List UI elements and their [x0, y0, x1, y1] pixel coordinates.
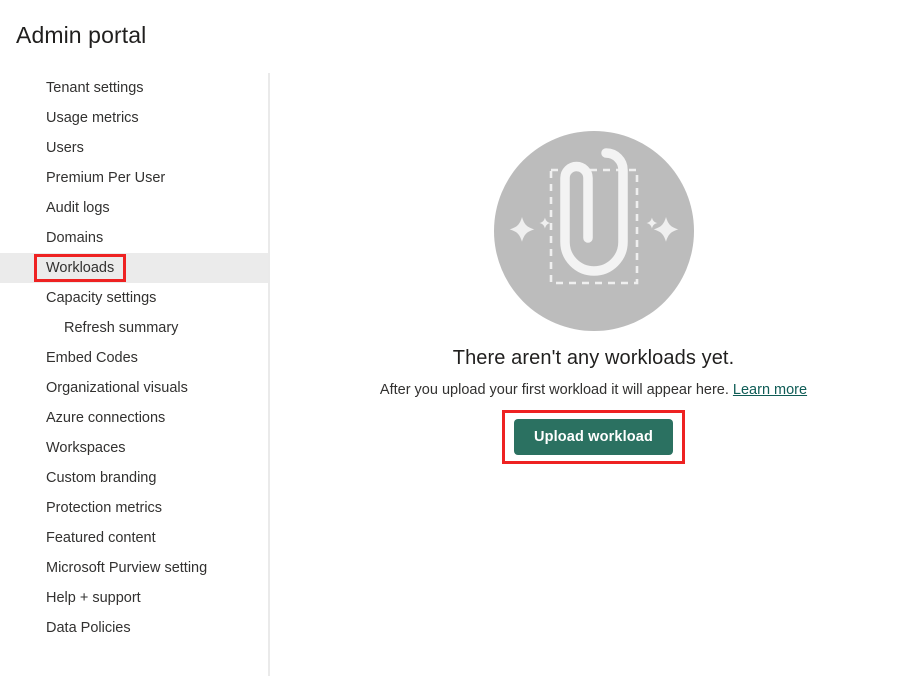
sidebar-item-data-policies[interactable]: Data Policies [0, 613, 268, 643]
sidebar-item-label: Embed Codes [46, 350, 138, 366]
sidebar-item-label: Azure connections [46, 410, 166, 426]
sidebar-item-label: Protection metrics [46, 500, 163, 516]
sidebar-item-label: Workspaces [46, 440, 126, 456]
sidebar-item-label: Tenant settings [46, 80, 144, 96]
sidebar-item-label: Workloads [33, 253, 127, 283]
sidebar-item-label: Capacity settings [46, 290, 157, 306]
sidebar-item-label: Help + support [46, 590, 141, 606]
empty-state-heading: There aren't any workloads yet. [452, 347, 735, 369]
sidebar-item-custom-branding[interactable]: Custom branding [0, 463, 268, 493]
sidebar-item-users[interactable]: Users [0, 133, 268, 163]
sidebar-item-protection-metrics[interactable]: Protection metrics [0, 493, 268, 523]
sidebar-nav: Tenant settings Usage metrics Users Premium… [0, 73, 270, 676]
sidebar-item-domains[interactable]: Domains [0, 223, 268, 253]
upload-workload-button-wrapper: Upload workload [501, 410, 686, 464]
main-content: There aren't any workloads yet. After yo… [272, 73, 915, 676]
sidebar-item-label: Featured content [46, 530, 156, 546]
sidebar-item-label: Refresh summary [64, 320, 179, 336]
sidebar-item-audit-logs[interactable]: Audit logs [0, 193, 268, 223]
sidebar-item-embed-codes[interactable]: Embed Codes [0, 343, 268, 373]
sidebar-item-microsoft-purview-setting[interactable]: Microsoft Purview setting [0, 553, 268, 583]
sidebar-item-capacity-settings[interactable]: Capacity settings [0, 283, 268, 313]
sidebar-item-azure-connections[interactable]: Azure connections [0, 403, 268, 433]
sidebar-item-label: Microsoft Purview setting [46, 560, 208, 576]
sidebar-item-label: Organizational visuals [46, 380, 188, 396]
empty-state-description: After you upload your first workload it … [272, 382, 915, 398]
sidebar-item-featured-content[interactable]: Featured content [0, 523, 268, 553]
sidebar-item-organizational-visuals[interactable]: Organizational visuals [0, 373, 268, 403]
sidebar-item-label: Custom branding [46, 470, 157, 486]
sidebar-item-label: Audit logs [46, 200, 110, 216]
sidebar-item-label: Users [46, 140, 84, 156]
sidebar-item-workspaces[interactable]: Workspaces [0, 433, 268, 463]
sidebar-item-refresh-summary[interactable]: Refresh summary [0, 313, 268, 343]
sidebar-item-label: Domains [46, 230, 104, 246]
paperclip-upload-illustration-icon [493, 131, 694, 331]
sidebar-item-premium-per-user[interactable]: Premium Per User [0, 163, 268, 193]
sidebar-item-usage-metrics[interactable]: Usage metrics [0, 103, 268, 133]
sidebar-item-workloads[interactable]: Workloads [0, 253, 268, 283]
sidebar-item-label: Usage metrics [46, 110, 139, 126]
sidebar-item-tenant-settings[interactable]: Tenant settings [0, 73, 268, 103]
upload-workload-button[interactable]: Upload workload [513, 419, 674, 455]
page-title: Admin portal [16, 22, 147, 48]
sidebar-item-label: Data Policies [46, 620, 131, 636]
sidebar-item-label: Premium Per User [46, 170, 166, 186]
empty-state-description-text: After you upload your first workload it … [379, 382, 729, 398]
learn-more-link[interactable]: Learn more [733, 382, 807, 398]
empty-state: There aren't any workloads yet. After yo… [272, 131, 915, 464]
sidebar-item-help-support[interactable]: Help + support [0, 583, 268, 613]
